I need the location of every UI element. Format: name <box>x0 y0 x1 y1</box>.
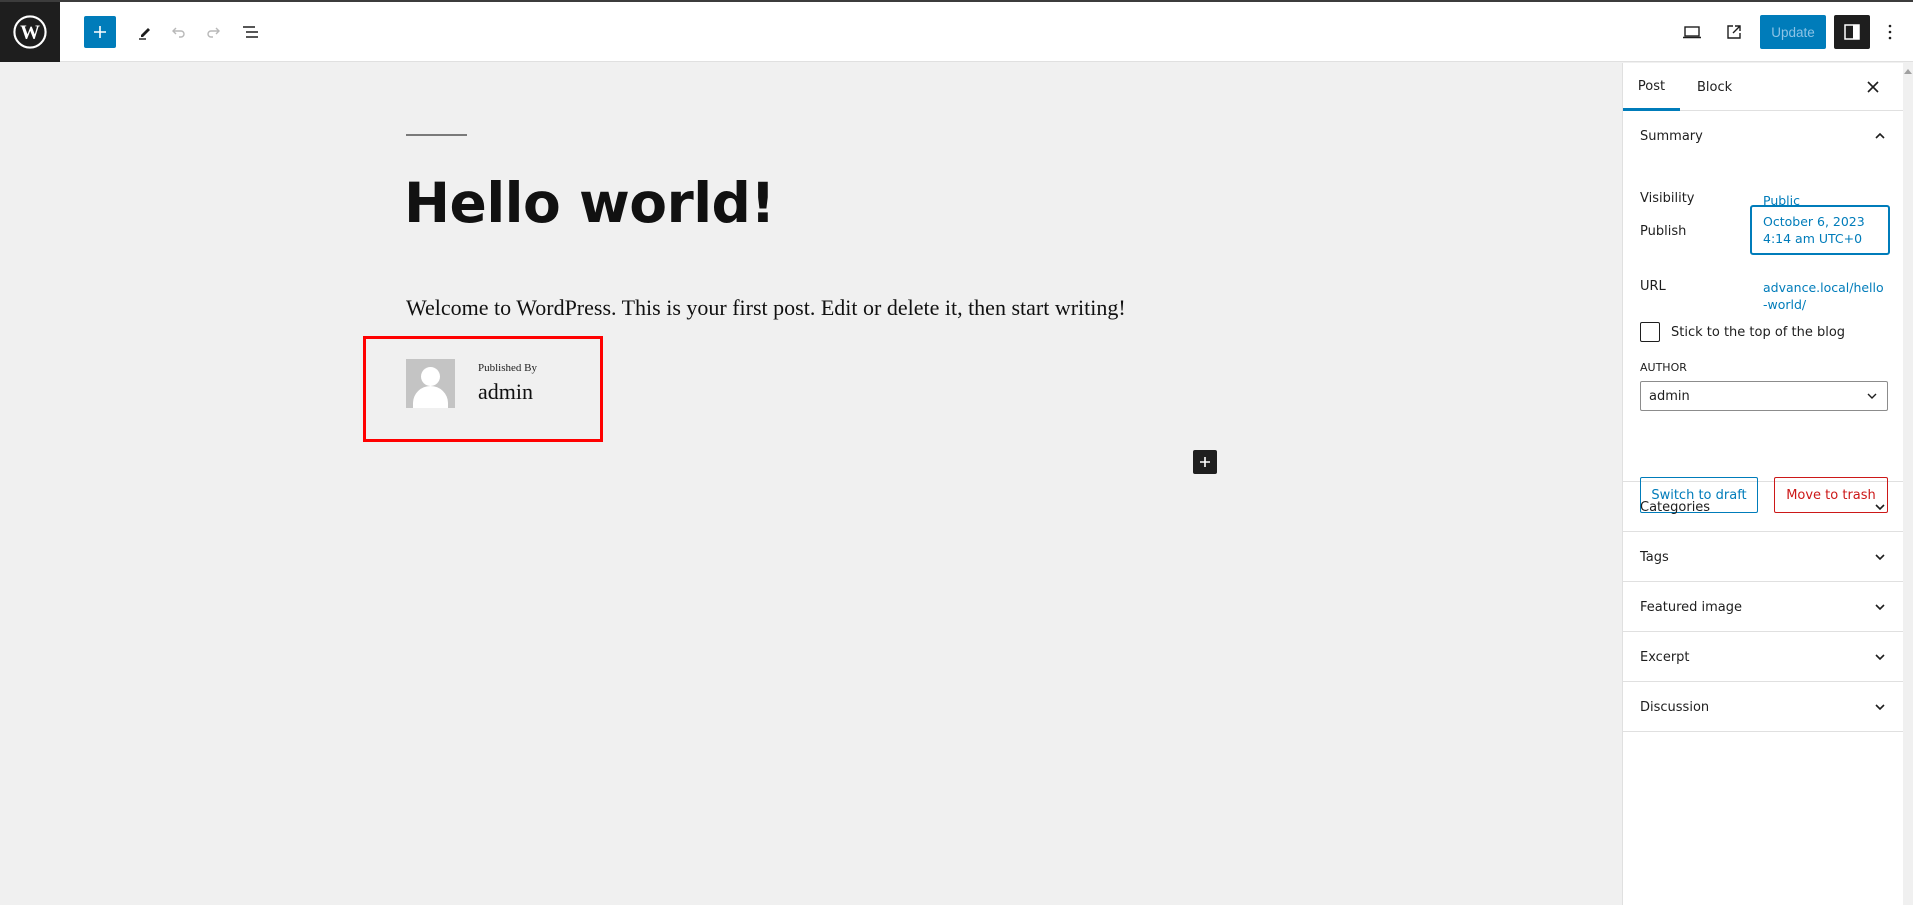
wordpress-logo-button[interactable]: W <box>0 2 60 62</box>
excerpt-title: Excerpt <box>1640 649 1690 665</box>
scroll-up-arrow-icon[interactable] <box>1904 69 1912 74</box>
update-button[interactable]: Update <box>1760 15 1826 49</box>
post-author-block[interactable]: Published By admin <box>363 336 603 442</box>
url-value-button[interactable]: advance.local/hello -world/ <box>1763 279 1884 313</box>
preview-desktop-icon <box>1683 26 1701 39</box>
categories-panel-toggle[interactable]: Categories <box>1640 482 1886 532</box>
sidebar-toggle-icon <box>1844 24 1860 40</box>
external-link-icon <box>1727 25 1741 39</box>
summary-panel: Summary Visibility Public Publish Octobe… <box>1623 111 1903 513</box>
author-label: AUTHOR <box>1640 361 1687 374</box>
tags-title: Tags <box>1640 549 1669 565</box>
plus-icon <box>1200 457 1210 467</box>
featured-image-title: Featured image <box>1640 599 1743 615</box>
author-select[interactable]: admin <box>1640 381 1888 411</box>
url-label: URL <box>1640 279 1666 294</box>
undo-icon <box>172 27 185 38</box>
chevron-down-icon <box>1867 393 1877 399</box>
featured-image-panel-toggle[interactable]: Featured image <box>1640 582 1886 632</box>
chevron-up-icon <box>1875 132 1885 139</box>
sidebar-tabs: Post Block <box>1623 63 1903 111</box>
wordpress-logo-icon: W <box>13 15 47 49</box>
post-title[interactable]: Hello world! <box>404 171 776 235</box>
categories-panel: Categories <box>1623 482 1903 532</box>
discussion-panel-toggle[interactable]: Discussion <box>1640 682 1886 732</box>
author-avatar <box>406 359 455 408</box>
redo-button[interactable] <box>200 2 228 62</box>
publish-label: Publish <box>1640 224 1687 239</box>
categories-title: Categories <box>1640 499 1711 515</box>
preview-button[interactable] <box>1676 2 1708 62</box>
close-settings-button[interactable] <box>1861 75 1885 99</box>
chevron-down-icon <box>1875 554 1885 561</box>
svg-text:W: W <box>20 21 40 43</box>
tags-panel-toggle[interactable]: Tags <box>1640 532 1886 582</box>
chevron-down-icon <box>1875 704 1885 711</box>
featured-image-panel: Featured image <box>1623 582 1903 632</box>
excerpt-panel-toggle[interactable]: Excerpt <box>1640 632 1886 682</box>
discussion-title: Discussion <box>1640 699 1710 715</box>
options-menu-button[interactable] <box>1878 2 1902 62</box>
summary-title: Summary <box>1640 128 1703 144</box>
sticky-option: Stick to the top of the blog <box>1640 322 1845 342</box>
close-icon <box>1867 81 1879 93</box>
redo-icon <box>207 27 220 38</box>
chevron-down-icon <box>1875 504 1885 511</box>
published-by-label: Published By <box>478 362 537 374</box>
editor-canvas: Hello world! Welcome to WordPress. This … <box>0 63 1622 905</box>
add-block-button[interactable] <box>1193 450 1217 474</box>
sidebar-scrollbar[interactable] <box>1903 63 1913 905</box>
separator-block[interactable] <box>406 134 467 136</box>
visibility-label: Visibility <box>1640 191 1695 206</box>
summary-panel-toggle[interactable]: Summary <box>1640 111 1886 161</box>
editor-header: W Update <box>0 2 1913 62</box>
plus-icon <box>94 26 106 38</box>
more-vertical-icon <box>1888 24 1892 40</box>
view-post-button[interactable] <box>1718 2 1750 62</box>
pencil-icon <box>139 28 150 40</box>
chevron-down-icon <box>1875 654 1885 661</box>
block-inserter-button[interactable] <box>84 16 116 48</box>
undo-button[interactable] <box>164 2 192 62</box>
avatar-head-shape <box>421 367 440 386</box>
tools-button[interactable] <box>130 2 160 62</box>
author-select-value: admin <box>1649 388 1690 404</box>
tab-block[interactable]: Block <box>1697 63 1732 111</box>
avatar-body-shape <box>413 386 448 408</box>
author-name: admin <box>478 379 533 404</box>
settings-toggle-button[interactable] <box>1834 15 1870 49</box>
settings-sidebar: Post Block Summary Visibility Public Pub… <box>1622 63 1903 905</box>
url-line-1: advance.local/hello <box>1763 280 1884 295</box>
tab-post[interactable]: Post <box>1623 63 1680 111</box>
publish-date-button[interactable]: October 6, 2023 4:14 am UTC+0 <box>1750 205 1890 255</box>
discussion-panel: Discussion <box>1623 682 1903 732</box>
list-view-button[interactable] <box>236 2 266 62</box>
list-view-icon <box>243 26 258 38</box>
chevron-down-icon <box>1875 604 1885 611</box>
sticky-checkbox[interactable] <box>1640 322 1660 342</box>
publish-date: October 6, 2023 <box>1763 214 1865 229</box>
excerpt-panel: Excerpt <box>1623 632 1903 682</box>
sticky-label: Stick to the top of the blog <box>1671 324 1846 340</box>
url-line-2: -world/ <box>1763 297 1807 312</box>
tags-panel: Tags <box>1623 532 1903 582</box>
paragraph-block[interactable]: Welcome to WordPress. This is your first… <box>406 295 1126 321</box>
publish-time: 4:14 am UTC+0 <box>1763 231 1863 246</box>
